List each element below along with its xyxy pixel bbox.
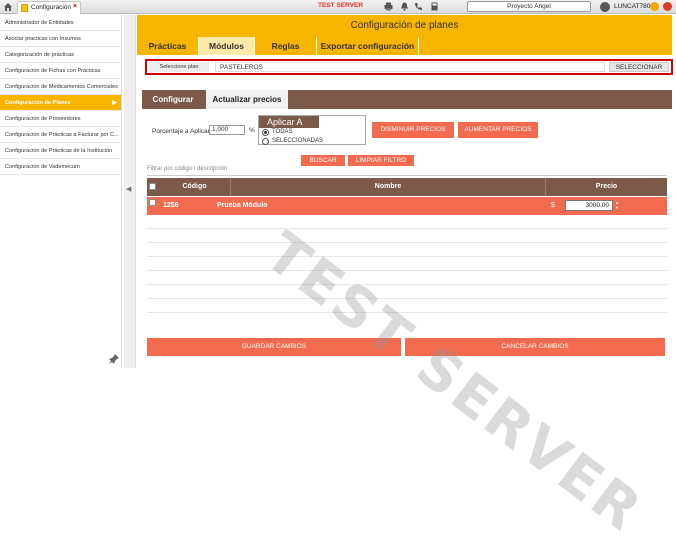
chevron-left-icon: ◀ (126, 186, 132, 193)
radio-seleccionadas[interactable] (262, 138, 269, 145)
cancel-changes-button[interactable]: CANCELAR CAMBIOS (405, 338, 665, 356)
tab-configurar[interactable]: Configurar (142, 90, 204, 109)
clear-filter-button[interactable]: LIMPIAR FILTRO (348, 155, 414, 166)
row-code: 1256 (163, 202, 179, 209)
close-icon[interactable]: × (73, 3, 77, 10)
table-header: Código Nombre Precio (147, 178, 667, 196)
header-codigo[interactable]: Código (159, 178, 231, 196)
tab-label: Configuración (31, 4, 72, 11)
filter-input[interactable]: Filtrar por código / descripción (147, 166, 667, 176)
radio-seleccionadas-label: SELECCIONADAS (272, 138, 324, 144)
sidebar-item-institucion[interactable]: Configuración de Prácticas de la Institu… (0, 143, 121, 159)
table-row[interactable]: 1256 Prueba Módulo $ 3000.00 ▲ ▼ (147, 197, 667, 215)
empty-row (147, 229, 667, 243)
percent-label: Porcentaje a Aplicar (152, 128, 210, 135)
plan-label: Seleccione plan (149, 62, 209, 72)
sidebar-item-proveedores[interactable]: Configuración de Proveedores (0, 111, 121, 127)
window-close-icon[interactable] (663, 2, 672, 11)
tab-modulos[interactable]: Módulos (199, 37, 255, 55)
tab-configuracion[interactable]: Configuración × (17, 1, 81, 14)
percent-sign: % (249, 127, 255, 134)
stepper-arrows-icon[interactable]: ▲ ▼ (615, 200, 620, 211)
apply-to-legend: Aplicar A (259, 116, 319, 128)
empty-row (147, 243, 667, 257)
select-plan-button[interactable]: SELECCIONAR (609, 62, 669, 72)
row-checkbox[interactable] (149, 199, 156, 206)
save-changes-button[interactable]: GUARDAR CAMBIOS (147, 338, 401, 356)
sidebar-item-fichas[interactable]: Configuración de Fichas con Prácticas (0, 63, 121, 79)
minimize-icon[interactable] (650, 2, 659, 11)
sub-tabs: Configurar Actualizar precios (142, 90, 672, 109)
pin-icon[interactable] (108, 353, 120, 365)
sidebar-item-medicamentos[interactable]: Configuración de Medicamentos Comerciale… (0, 79, 121, 95)
sidebar: Administrador de Entidades Asociar pract… (0, 15, 122, 368)
header-precio[interactable]: Precio (545, 178, 667, 196)
main-tabs: Prácticas Módulos Reglas Exportar config… (137, 37, 672, 55)
row-currency: $ (551, 202, 555, 209)
empty-row (147, 257, 667, 271)
document-icon (21, 4, 28, 12)
server-label: TEST SERVER (318, 2, 364, 9)
home-icon[interactable] (3, 2, 13, 12)
printer-icon[interactable] (384, 2, 393, 11)
radio-todas-label: TODAS (272, 129, 293, 135)
select-all-checkbox[interactable] (149, 183, 156, 190)
search-button[interactable]: BUSCAR (301, 155, 345, 166)
project-selector[interactable]: Proyecto Angel (467, 1, 591, 12)
increase-prices-button[interactable]: AUMENTAR PRECIOS (458, 122, 538, 138)
phone-icon[interactable] (414, 2, 423, 11)
empty-row (147, 299, 667, 313)
page-title: Configuración de planes (137, 15, 672, 37)
sidebar-item-categorizacion[interactable]: Categorización de prácticas (0, 47, 121, 63)
price-input[interactable]: 3000.00 (565, 200, 613, 211)
username[interactable]: LUNCAT780 (614, 3, 650, 10)
sidebar-item-insumos[interactable]: Asociar practicas con Insumos (0, 31, 121, 47)
empty-row (147, 285, 667, 299)
tab-actualizar-precios[interactable]: Actualizar precios (206, 90, 288, 109)
tab-practicas[interactable]: Prácticas (137, 37, 199, 55)
row-name: Prueba Módulo (217, 202, 268, 209)
user-avatar-icon[interactable] (600, 2, 610, 12)
decrease-prices-button[interactable]: DISMINUIR PRECIOS (372, 122, 454, 138)
top-bar: Configuración × TEST SERVER Proyecto Ang… (0, 0, 676, 14)
bell-icon[interactable] (400, 2, 409, 11)
apply-to-group: Aplicar A TODAS SELECCIONADAS (258, 115, 366, 145)
header-nombre[interactable]: Nombre (231, 178, 545, 196)
calculator-icon[interactable] (430, 2, 439, 11)
percent-input[interactable]: 1,000 (209, 125, 245, 135)
empty-row (147, 271, 667, 285)
main-panel: Configuración de planes Prácticas Módulo… (137, 15, 676, 545)
sidebar-item-planes[interactable]: Configuración de Planes (0, 95, 121, 111)
empty-row (147, 215, 667, 229)
sidebar-item-facturar[interactable]: Configuración de Prácticas a Facturar po… (0, 127, 121, 143)
radio-todas[interactable] (262, 129, 269, 136)
plan-input[interactable]: PASTELEROS (215, 62, 605, 72)
plan-selector-row: Seleccione plan PASTELEROS SELECCIONAR (145, 59, 673, 75)
tab-exportar[interactable]: Exportar configuración (317, 37, 419, 55)
sidebar-item-entidades[interactable]: Administrador de Entidades (0, 15, 121, 31)
sidebar-collapse-handle[interactable]: ◀ (124, 15, 136, 368)
sidebar-item-vademecum[interactable]: Configuración de Vademecum (0, 159, 121, 175)
tab-reglas[interactable]: Reglas (255, 37, 317, 55)
